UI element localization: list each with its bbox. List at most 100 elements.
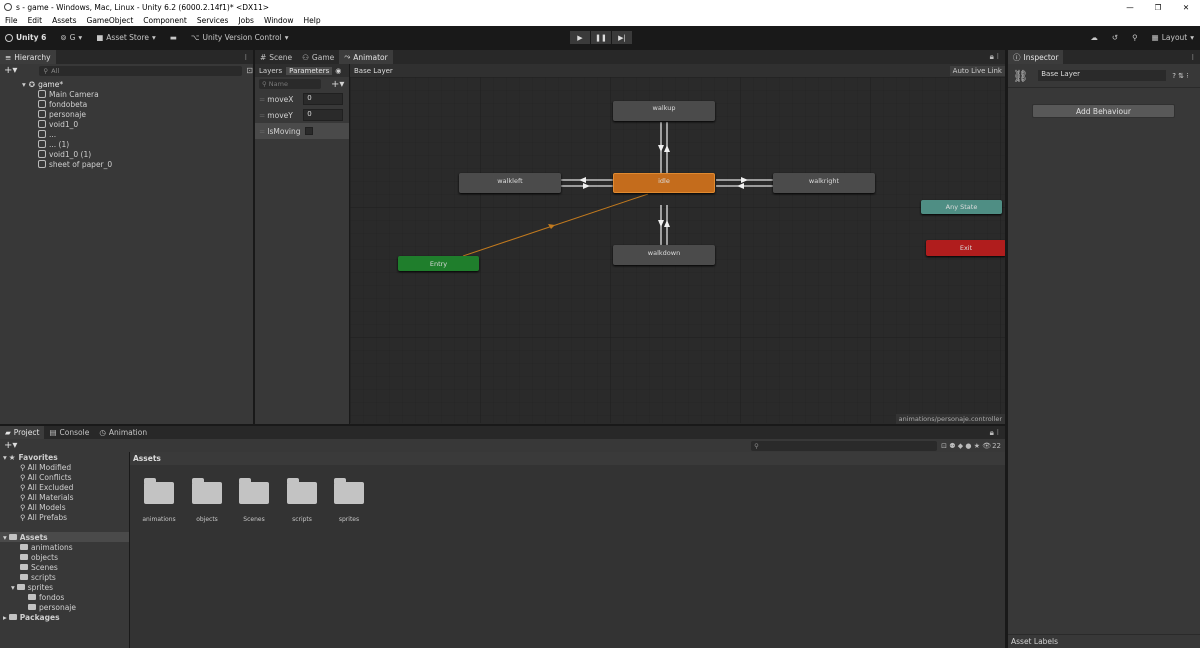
add-icon[interactable]: +▾	[4, 65, 17, 76]
account-button[interactable]: Unity 6	[5, 33, 46, 42]
play-button[interactable]: ▶	[570, 31, 590, 44]
tab-hierarchy[interactable]: ≡ Hierarchy	[0, 50, 56, 64]
add-behaviour-button[interactable]: Add Behaviour	[1032, 104, 1175, 118]
drag-handle-icon[interactable]: =	[259, 95, 265, 104]
version-control-button[interactable]: ⌥ Unity Version Control ▾	[191, 33, 289, 42]
project-search-input[interactable]: ⚲	[751, 440, 938, 451]
layout-dropdown[interactable]: ▦ Layout ▾	[1152, 33, 1194, 42]
parameters-tab[interactable]: Parameters	[286, 66, 333, 75]
state-walkup[interactable]: walkup	[613, 101, 715, 121]
hierarchy-item[interactable]: personaje	[0, 109, 253, 119]
layer-name-field[interactable]: Base Layer	[1038, 70, 1167, 81]
asset-folder[interactable]: scripts	[282, 478, 322, 523]
step-button[interactable]: ▶|	[612, 31, 632, 44]
hierarchy-search-input[interactable]: ⚲ All	[39, 65, 243, 76]
content-breadcrumb[interactable]: Assets	[130, 452, 1005, 465]
favorite-item[interactable]: ⚲ All Conflicts	[0, 472, 129, 482]
tab-inspector[interactable]: ⓘ Inspector	[1008, 50, 1064, 64]
menu-services[interactable]: Services	[197, 16, 229, 25]
favorite-item[interactable]: ⚲ All Materials	[0, 492, 129, 502]
menu-file[interactable]: File	[5, 16, 18, 25]
hierarchy-item[interactable]: ...	[0, 129, 253, 139]
pause-button[interactable]: ❚❚	[591, 31, 611, 44]
param-value-input[interactable]: 0	[303, 109, 344, 121]
state-walkleft[interactable]: walkleft	[459, 173, 561, 193]
drag-handle-icon[interactable]: =	[259, 111, 265, 120]
help-icon[interactable]: ? ⇅ ⁝	[1172, 72, 1188, 80]
hierarchy-item[interactable]: void1_0	[0, 119, 253, 129]
param-row[interactable]: = moveX 0	[255, 91, 349, 107]
tree-folder[interactable]: ▾ sprites	[0, 582, 129, 592]
favorite-item[interactable]: ⚲ All Models	[0, 502, 129, 512]
parameter-search-input[interactable]: ⚲ Name	[259, 79, 321, 89]
hierarchy-item[interactable]: sheet of paper_0	[0, 159, 253, 169]
menu-window[interactable]: Window	[264, 16, 294, 25]
tree-folder[interactable]: objects	[0, 552, 129, 562]
asset-folder[interactable]: sprites	[329, 478, 369, 523]
panel-menu-icon[interactable]: ⁝	[244, 53, 247, 62]
maximize-icon[interactable]: ❐	[1144, 3, 1172, 12]
bool-checkbox[interactable]	[305, 127, 314, 135]
drag-handle-icon[interactable]: =	[259, 127, 265, 136]
tree-folder[interactable]: personaje	[0, 602, 129, 612]
tab-console[interactable]: ▤ Console	[44, 426, 94, 440]
lock-icon[interactable]: 🔒︎ ⁝	[990, 428, 999, 438]
scene-search-icon[interactable]: ⊡	[246, 66, 253, 75]
layers-tab[interactable]: Layers	[255, 67, 286, 75]
hierarchy-item[interactable]: void1_0 (1)	[0, 149, 253, 159]
menu-assets[interactable]: Assets	[52, 16, 76, 25]
tree-folder[interactable]: animations	[0, 542, 129, 552]
animator-graph[interactable]: Base Layer Auto Live Link walkup walklef…	[350, 64, 1005, 424]
asset-folder[interactable]: objects	[187, 478, 227, 523]
add-parameter-icon[interactable]: +▾	[331, 79, 344, 90]
asset-folder[interactable]: Scenes	[234, 478, 274, 523]
cloud-icon[interactable]: ☁	[1090, 33, 1098, 42]
favorite-item[interactable]: ⚲ All Prefabs	[0, 512, 129, 522]
menu-jobs[interactable]: Jobs	[238, 16, 253, 25]
package-icon[interactable]: ▬	[170, 33, 177, 42]
param-value-input[interactable]: 0	[303, 93, 344, 105]
param-row[interactable]: = moveY 0	[255, 107, 349, 123]
close-icon[interactable]: ✕	[1172, 3, 1200, 12]
tab-animator[interactable]: ⤳ Animator	[339, 50, 393, 64]
eye-icon[interactable]: ◉	[335, 67, 341, 75]
tree-folder[interactable]: fondos	[0, 592, 129, 602]
lock-icon[interactable]: ⁝	[1191, 53, 1194, 62]
tree-folder[interactable]: Scenes	[0, 562, 129, 572]
hierarchy-item[interactable]: fondobeta	[0, 99, 253, 109]
state-exit[interactable]: Exit	[926, 240, 1005, 256]
layer-breadcrumb[interactable]: Base Layer	[350, 67, 397, 75]
history-icon[interactable]: ↺	[1112, 33, 1118, 42]
tree-folder[interactable]: scripts	[0, 572, 129, 582]
asset-folder[interactable]: animations	[139, 478, 179, 523]
menu-component[interactable]: Component	[143, 16, 187, 25]
hierarchy-item[interactable]: ... (1)	[0, 139, 253, 149]
hierarchy-scene-root[interactable]: ▾ ✪ game*	[0, 79, 253, 89]
tab-project[interactable]: ▰ Project	[0, 425, 45, 440]
hierarchy-item[interactable]: Main Camera	[0, 89, 253, 99]
lock-icon[interactable]: 🔒︎ ⁝	[990, 52, 999, 62]
state-idle[interactable]: idle	[613, 173, 715, 193]
menu-edit[interactable]: Edit	[28, 16, 43, 25]
menu-help[interactable]: Help	[304, 16, 321, 25]
state-entry[interactable]: Entry	[398, 256, 479, 271]
search-icon[interactable]: ⚲	[1132, 33, 1138, 42]
asset-store-button[interactable]: ■ Asset Store ▾	[96, 33, 156, 42]
minimize-icon[interactable]: —	[1116, 3, 1144, 12]
asset-labels[interactable]: Asset Labels	[1008, 634, 1200, 648]
user-dropdown[interactable]: ⊚ G ▾	[60, 33, 82, 42]
state-any-state[interactable]: Any State	[921, 200, 1002, 214]
tab-animation[interactable]: ◷ Animation	[94, 426, 152, 440]
auto-live-link-button[interactable]: Auto Live Link	[949, 65, 1005, 76]
packages-header[interactable]: ▸ Packages	[0, 612, 129, 622]
tab-scene[interactable]: # Scene	[255, 50, 297, 64]
tab-game[interactable]: ⚇ Game	[297, 50, 339, 64]
add-icon[interactable]: +▾	[4, 440, 17, 451]
favorite-item[interactable]: ⚲ All Excluded	[0, 482, 129, 492]
param-row[interactable]: = IsMoving	[255, 123, 349, 139]
favorites-header[interactable]: ▾ ★ Favorites	[0, 452, 129, 462]
state-walkright[interactable]: walkright	[773, 173, 875, 193]
filter-icons[interactable]: ⊡ ⚉ ◆ ● ★ 👁︎	[941, 442, 991, 450]
favorite-item[interactable]: ⚲ All Modified	[0, 462, 129, 472]
state-walkdown[interactable]: walkdown	[613, 245, 715, 265]
